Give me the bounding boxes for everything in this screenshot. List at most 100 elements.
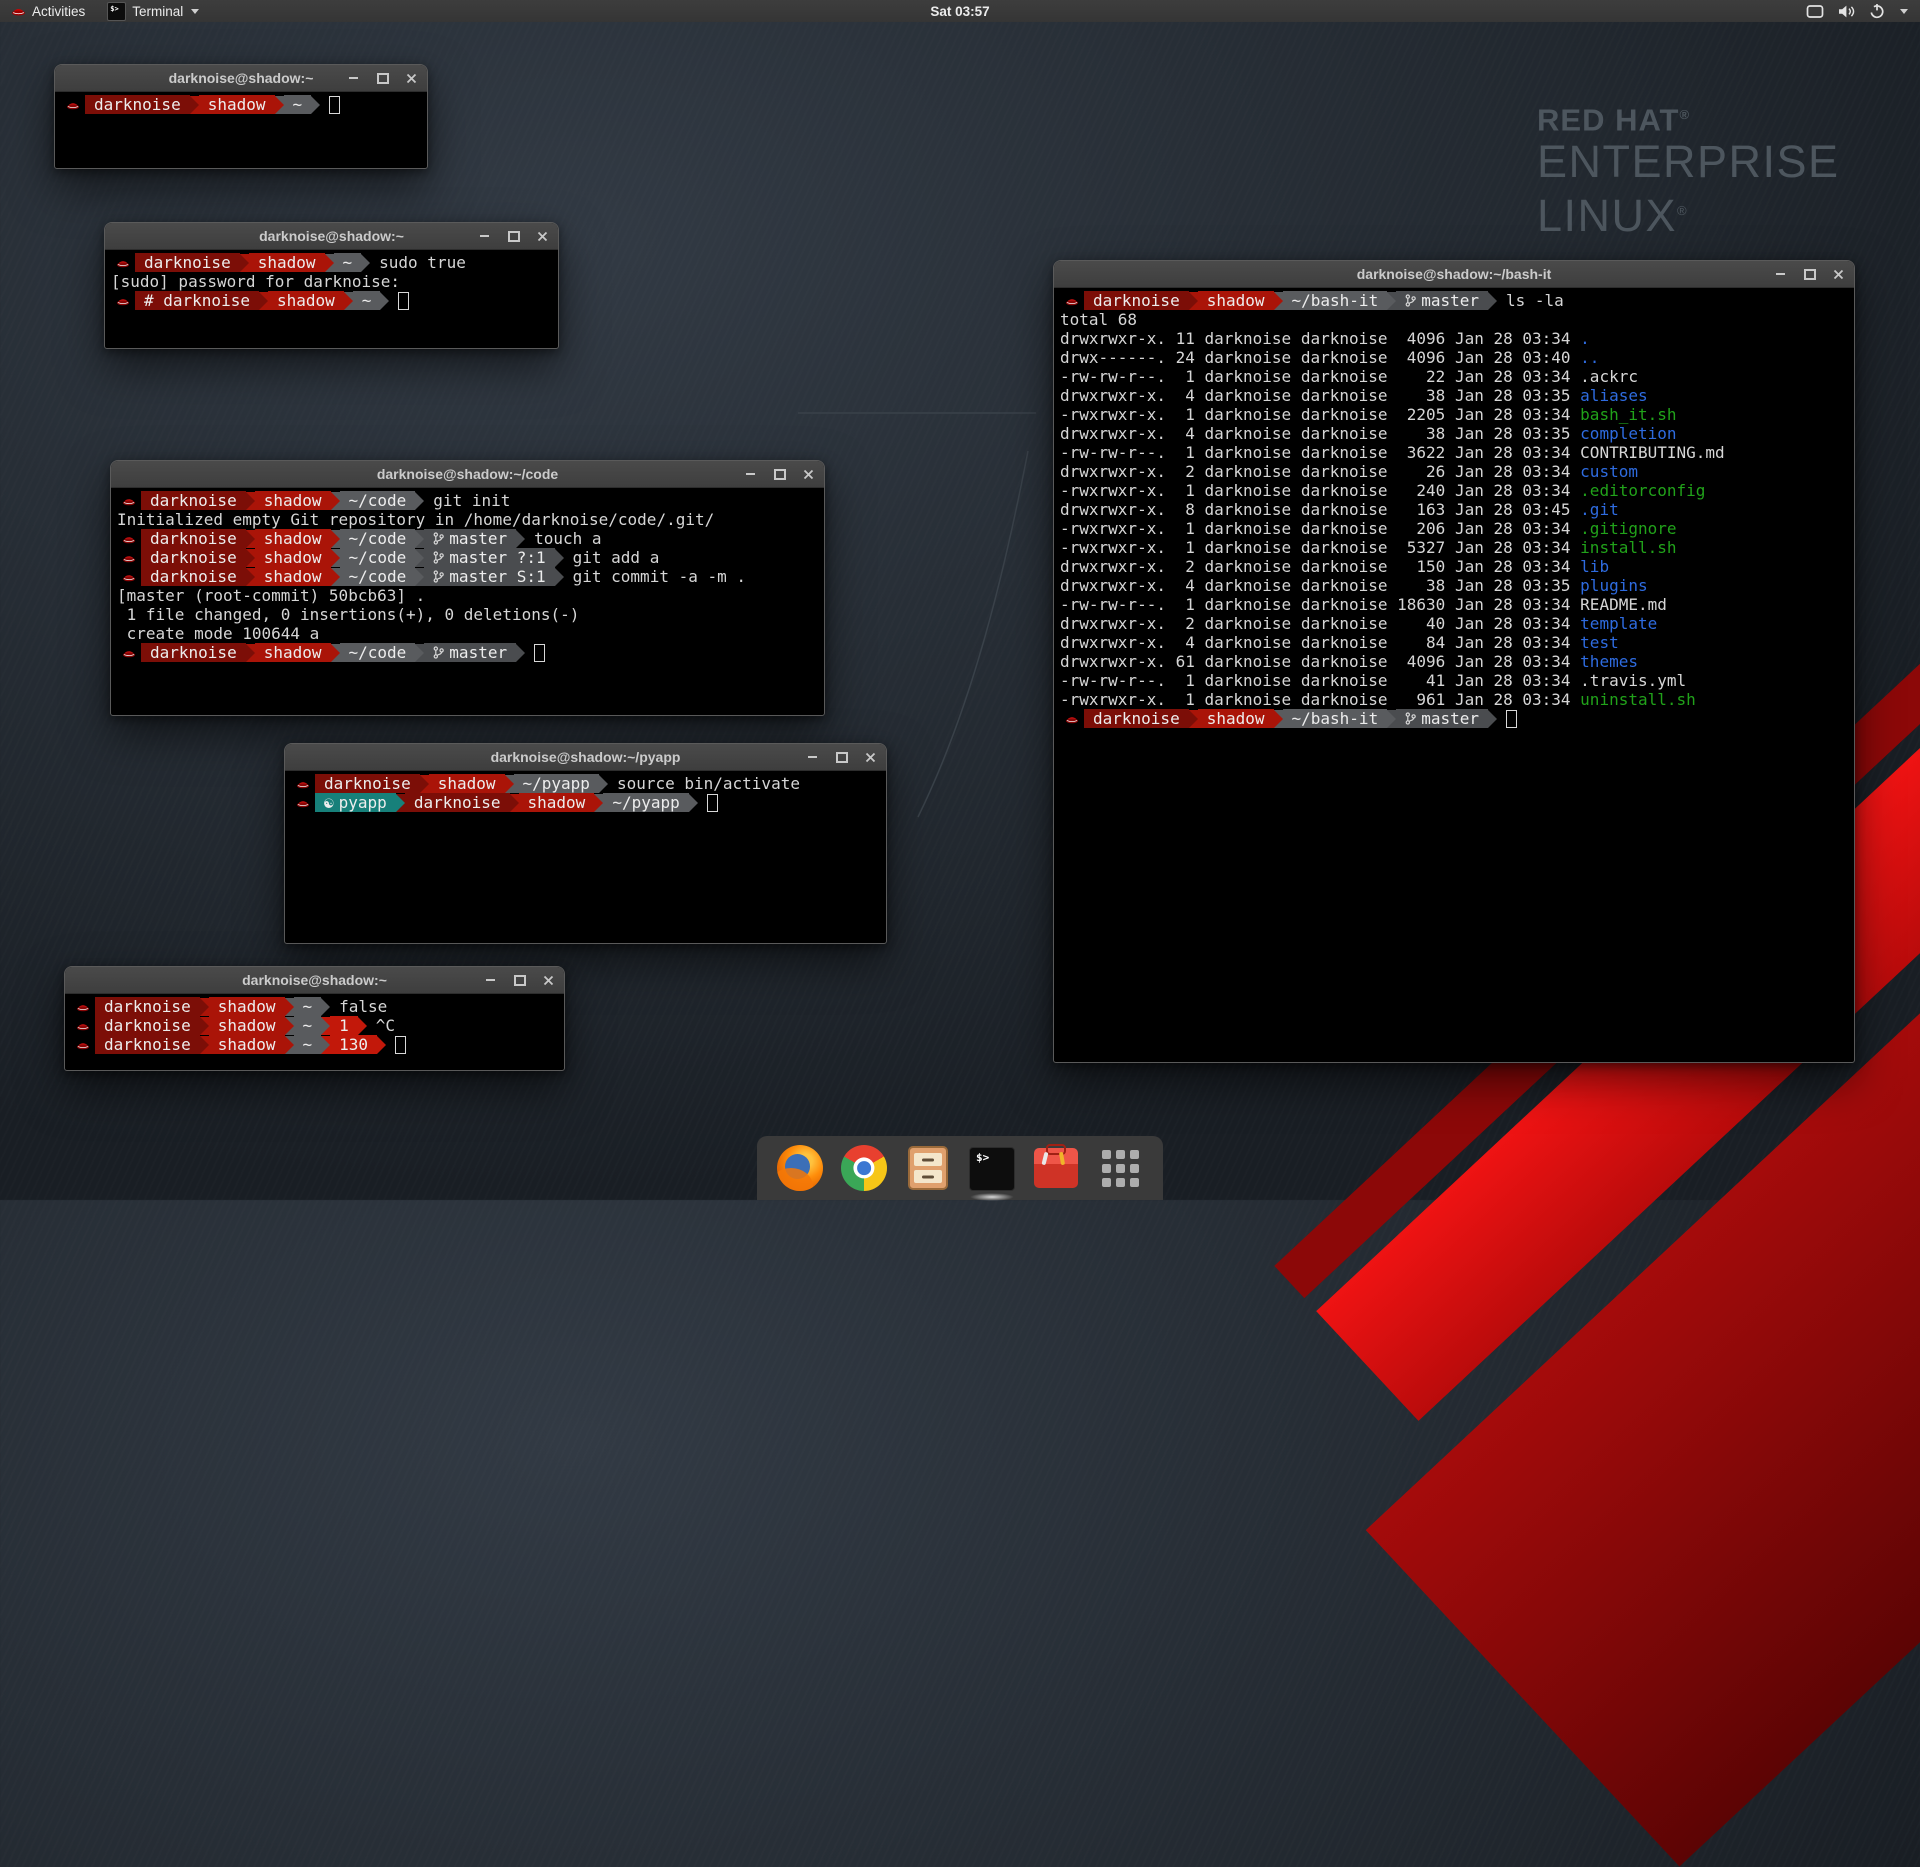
terminal-icon[interactable]: $> [969, 1145, 1015, 1191]
cursor [534, 644, 545, 662]
firefox-icon[interactable] [777, 1145, 823, 1191]
segment-arrow [516, 530, 525, 548]
segment-arrow [285, 1017, 294, 1035]
chrome-icon[interactable] [841, 1145, 887, 1191]
close-button[interactable] [864, 751, 877, 764]
redhat-icon [71, 1035, 95, 1054]
minimize-button[interactable] [347, 72, 360, 85]
ls-row: -rw-rw-r--. 1 darknoise darknoise 3622 J… [1060, 443, 1853, 462]
git-branch-icon [433, 646, 444, 659]
segment-arrow [380, 292, 389, 310]
volume-icon[interactable] [1837, 4, 1856, 19]
ls-row: -rw-rw-r--. 1 darknoise darknoise 22 Jan… [1060, 367, 1853, 386]
segment-arrow [246, 530, 255, 548]
prompt-root-segment: # darknoise [135, 291, 259, 310]
prompt-user-segment: darknoise [141, 548, 246, 567]
close-button[interactable] [536, 230, 549, 243]
prompt-git-segment: master [424, 643, 516, 662]
maximize-button[interactable] [835, 751, 848, 764]
prompt-line: darknoise shadow ~/code master ?:1 git a… [117, 548, 823, 567]
terminal-content[interactable]: darknoise shadow ~/code git init Initial… [112, 488, 823, 714]
prompt-venv-segment: ☯pyapp [315, 793, 396, 812]
minimize-button[interactable] [744, 468, 757, 481]
segment-arrow [689, 794, 698, 812]
maximize-button[interactable] [513, 974, 526, 987]
close-button[interactable] [542, 974, 555, 987]
minimize-button[interactable] [1774, 268, 1787, 281]
titlebar[interactable]: darknoise@shadow:~/code [111, 461, 824, 488]
titlebar[interactable]: darknoise@shadow:~ [105, 223, 558, 250]
segment-arrow [415, 530, 424, 548]
activities-button[interactable]: Activities [0, 0, 96, 22]
toolbox-icon[interactable] [1033, 1145, 1079, 1191]
window-title: darknoise@shadow:~ [169, 70, 314, 86]
prompt-user-segment: darknoise [315, 774, 420, 793]
prompt-user-segment: darknoise [1084, 709, 1189, 728]
ls-meta: drwxrwxr-x. 2 darknoise darknoise 150 Ja… [1060, 557, 1580, 576]
chevron-down-icon[interactable] [1900, 9, 1908, 14]
prompt-user-segment: darknoise [405, 793, 510, 812]
ls-row: drwx------. 24 darknoise darknoise 4096 … [1060, 348, 1853, 367]
terminal-output: [sudo] password for darknoise: [111, 272, 557, 291]
prompt-path-segment: ~/code [340, 643, 416, 662]
terminal-content[interactable]: darknoise shadow ~/pyapp source bin/acti… [286, 771, 885, 942]
titlebar[interactable]: darknoise@shadow:~ [55, 65, 427, 92]
power-icon[interactable] [1869, 3, 1885, 19]
close-button[interactable] [1832, 268, 1845, 281]
prompt-path-segment: ~/bash-it [1283, 709, 1388, 728]
ls-meta: drwxrwxr-x. 4 darknoise darknoise 84 Jan… [1060, 633, 1580, 652]
prompt-host-segment: shadow [1198, 709, 1274, 728]
ls-name: . [1580, 329, 1590, 348]
maximize-button[interactable] [773, 468, 786, 481]
prompt-host-segment: shadow [255, 643, 331, 662]
terminal-content[interactable]: darknoise shadow ~/bash-it master ls -la… [1055, 288, 1853, 1061]
redhat-logo-icon [11, 5, 26, 17]
show-applications-icon[interactable] [1097, 1145, 1143, 1191]
git-branch-icon [1405, 294, 1416, 307]
ls-meta: -rwxrwxr-x. 1 darknoise darknoise 240 Ja… [1060, 481, 1580, 500]
prompt-user-segment: darknoise [141, 567, 246, 586]
terminal-window-1: darknoise@shadow:~ darknoise shadow ~ [54, 64, 428, 169]
maximize-button[interactable] [1803, 268, 1816, 281]
segment-arrow [200, 1036, 209, 1054]
prompt-user-segment: darknoise [141, 643, 246, 662]
minimize-button[interactable] [484, 974, 497, 987]
segment-arrow [510, 794, 519, 812]
files-icon[interactable] [905, 1145, 951, 1191]
maximize-button[interactable] [376, 72, 389, 85]
ls-meta: drwxrwxr-x. 8 darknoise darknoise 163 Ja… [1060, 500, 1580, 519]
ls-meta: drwx------. 24 darknoise darknoise 4096 … [1060, 348, 1580, 367]
prompt-host-segment: shadow [199, 95, 275, 114]
command-text: ls -la [1497, 291, 1564, 310]
terminal-content[interactable]: darknoise shadow ~ [56, 92, 426, 167]
clock[interactable]: Sat 03:57 [930, 4, 989, 19]
close-button[interactable] [405, 72, 418, 85]
segment-arrow [420, 775, 429, 793]
prompt-user-segment: darknoise [95, 1035, 200, 1054]
close-button[interactable] [802, 468, 815, 481]
cursor [329, 96, 340, 114]
prompt-path-segment: ~/code [340, 529, 416, 548]
ls-row: drwxrwxr-x. 4 darknoise darknoise 84 Jan… [1060, 633, 1853, 652]
minimize-button[interactable] [478, 230, 491, 243]
prompt-path-segment: ~ [294, 997, 322, 1016]
segment-arrow [1189, 292, 1198, 310]
minimize-button[interactable] [806, 751, 819, 764]
terminal-content[interactable]: darknoise shadow ~ sudo true [sudo] pass… [106, 250, 557, 347]
ls-name: plugins [1580, 576, 1647, 595]
segment-arrow [246, 568, 255, 586]
window-title: darknoise@shadow:~/bash-it [1357, 266, 1552, 282]
maximize-button[interactable] [507, 230, 520, 243]
display-icon[interactable] [1806, 4, 1824, 19]
titlebar[interactable]: darknoise@shadow:~ [65, 967, 564, 994]
titlebar[interactable]: darknoise@shadow:~/bash-it [1054, 261, 1854, 288]
ls-row: -rwxrwxr-x. 1 darknoise darknoise 961 Ja… [1060, 690, 1853, 709]
prompt-user-segment: darknoise [95, 997, 200, 1016]
redhat-icon [117, 548, 141, 567]
segment-arrow [1274, 292, 1283, 310]
terminal-content[interactable]: darknoise shadow ~ false darknoise shado… [66, 994, 563, 1069]
ls-name: CONTRIBUTING.md [1580, 443, 1725, 462]
titlebar[interactable]: darknoise@shadow:~/pyapp [285, 744, 886, 771]
git-branch-icon [433, 570, 444, 583]
app-menu[interactable]: $> Terminal [96, 0, 210, 22]
